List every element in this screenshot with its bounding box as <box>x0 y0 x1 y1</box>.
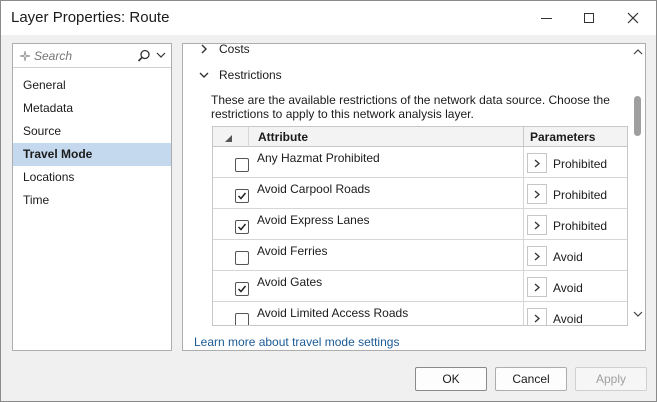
nav-item-metadata[interactable]: Metadata <box>13 97 171 120</box>
table-row: Avoid Limited Access Roads Avoid <box>213 302 627 326</box>
sort-corner-icon <box>225 135 232 142</box>
search-icon[interactable] <box>137 49 151 63</box>
nav-item-general[interactable]: General <box>13 74 171 97</box>
column-header-parameters[interactable]: Parameters <box>530 130 595 144</box>
table-row: Any Hazmat Prohibited Prohibited <box>213 147 627 178</box>
table-row: Avoid Carpool Roads Prohibited <box>213 178 627 209</box>
chevron-right-icon <box>534 221 540 230</box>
apply-button[interactable]: Apply <box>575 367 647 391</box>
restriction-checkbox[interactable] <box>235 313 249 325</box>
restriction-name: Avoid Limited Access Roads <box>257 306 409 320</box>
restriction-checkbox[interactable] <box>235 189 249 203</box>
table-header: Attribute Parameters <box>213 127 627 147</box>
section-costs[interactable]: Costs <box>183 43 623 59</box>
column-divider <box>523 147 524 178</box>
nav-item-travel-mode[interactable]: Travel Mode <box>13 143 171 166</box>
chevron-right-icon <box>534 252 540 261</box>
column-header-attribute[interactable]: Attribute <box>258 130 308 144</box>
minimize-icon <box>540 17 552 19</box>
nav-item-time[interactable]: Time <box>13 189 171 212</box>
restriction-checkbox[interactable] <box>235 282 249 296</box>
parameter-expand-button[interactable] <box>527 308 547 325</box>
maximize-icon <box>584 13 594 23</box>
parameter-value: Prohibited <box>553 157 608 171</box>
parameter-value: Avoid <box>553 312 583 326</box>
parameter-expand-button[interactable] <box>527 246 547 266</box>
scroll-up-icon[interactable] <box>633 48 643 56</box>
chevron-right-icon <box>534 314 540 323</box>
parameter-expand-button[interactable] <box>527 184 547 204</box>
scroll-thumb[interactable] <box>634 96 641 136</box>
column-divider <box>523 240 524 271</box>
restrictions-table: Attribute Parameters Any Hazmat Prohibit… <box>212 126 628 326</box>
search-input[interactable] <box>34 48 134 63</box>
parameter-value: Avoid <box>553 281 583 295</box>
restriction-name: Avoid Express Lanes <box>257 213 370 227</box>
restrictions-description: These are the available restrictions of … <box>211 93 610 121</box>
maximize-button[interactable] <box>569 1 609 35</box>
restriction-name: Avoid Ferries <box>257 244 328 258</box>
parameter-value: Prohibited <box>553 219 608 233</box>
restriction-checkbox[interactable] <box>235 158 249 172</box>
ok-button[interactable]: OK <box>415 367 487 391</box>
nav-item-locations[interactable]: Locations <box>13 166 171 189</box>
table-row: Avoid Ferries Avoid <box>213 240 627 271</box>
parameter-value: Avoid <box>553 250 583 264</box>
cancel-button[interactable]: Cancel <box>495 367 567 391</box>
minimize-button[interactable] <box>526 1 566 35</box>
restriction-checkbox[interactable] <box>235 251 249 265</box>
window-title: Layer Properties: Route <box>11 9 170 26</box>
section-restrictions[interactable]: Restrictions <box>183 65 623 85</box>
chevron-down-icon[interactable] <box>156 50 166 60</box>
select-all-corner[interactable] <box>213 127 249 147</box>
chevron-right-icon <box>534 190 540 199</box>
nav-panel: General Metadata Source Travel Mode Loca… <box>12 43 172 351</box>
restriction-checkbox[interactable] <box>235 220 249 234</box>
close-button[interactable] <box>613 1 653 35</box>
chevron-right-icon <box>201 44 207 54</box>
scroll-down-icon[interactable] <box>633 310 643 318</box>
restriction-name: Avoid Carpool Roads <box>257 182 371 196</box>
checkmark-icon <box>237 192 247 200</box>
chevron-right-icon <box>534 159 540 168</box>
nav-item-source[interactable]: Source <box>13 120 171 143</box>
checkmark-icon <box>237 285 247 293</box>
column-divider <box>523 302 524 325</box>
column-divider <box>523 178 524 209</box>
parameter-expand-button[interactable] <box>527 277 547 297</box>
column-divider <box>523 127 524 147</box>
learn-more-link[interactable]: Learn more about travel mode settings <box>194 335 399 349</box>
parameter-value: Prohibited <box>553 188 608 202</box>
restriction-name: Any Hazmat Prohibited <box>257 151 380 165</box>
parameter-expand-button[interactable] <box>527 215 547 235</box>
column-divider <box>523 209 524 240</box>
checkmark-icon <box>237 223 247 231</box>
column-divider <box>523 271 524 302</box>
vertical-scrollbar[interactable] <box>631 44 645 326</box>
title-bar: Layer Properties: Route <box>1 1 656 35</box>
sparkle-icon <box>19 50 31 61</box>
dialog-window: Layer Properties: Route Search General M… <box>0 0 657 402</box>
section-costs-label: Costs <box>219 43 250 56</box>
chevron-right-icon <box>534 283 540 292</box>
section-restrictions-label: Restrictions <box>219 68 282 82</box>
search-box <box>13 44 171 68</box>
nav-list: General Metadata Source Travel Mode Loca… <box>13 74 171 212</box>
chevron-down-icon <box>199 72 209 78</box>
close-icon <box>627 12 639 24</box>
content-panel: Costs Restrictions These are the availab… <box>182 43 646 351</box>
table-row: Avoid Express Lanes Prohibited <box>213 209 627 240</box>
restriction-name: Avoid Gates <box>257 275 323 289</box>
parameter-expand-button[interactable] <box>527 153 547 173</box>
table-row: Avoid Gates Avoid <box>213 271 627 302</box>
